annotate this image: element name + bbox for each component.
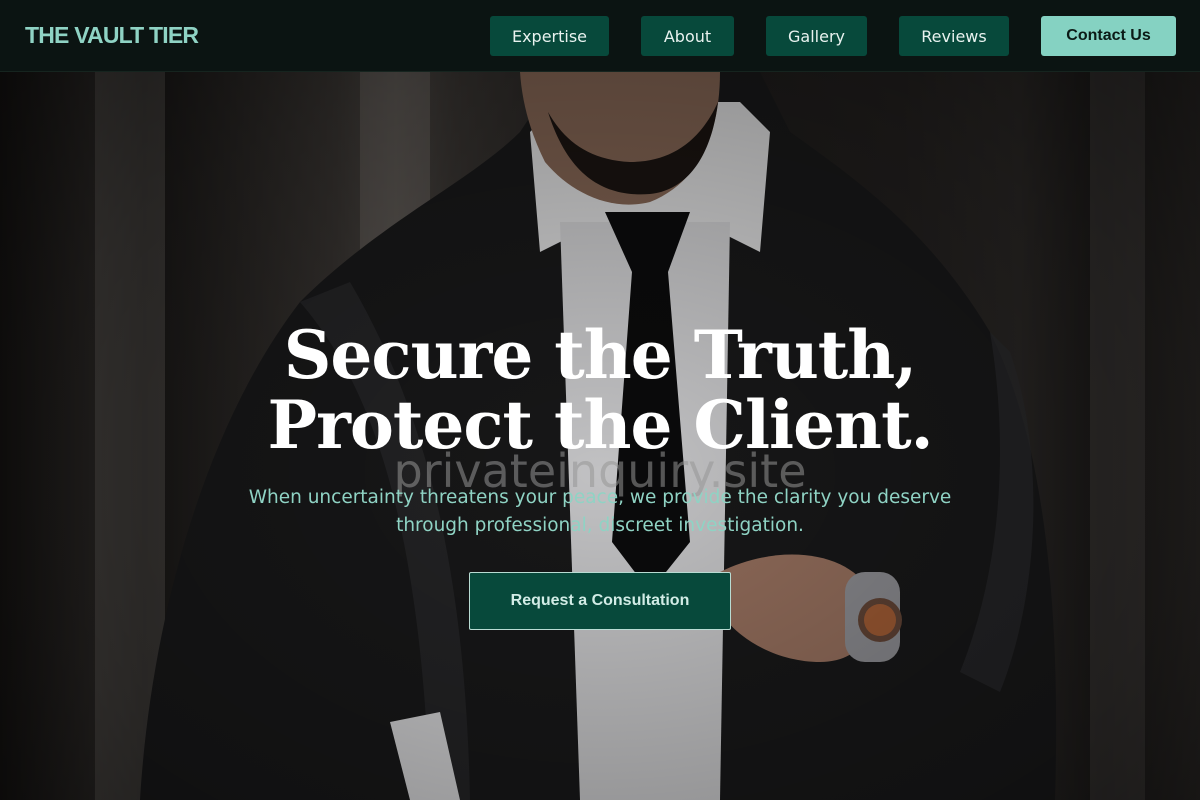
nav-reviews-button[interactable]: Reviews (899, 16, 1009, 56)
hero-subtitle: When uncertainty threatens your peace, w… (248, 487, 952, 536)
request-consultation-button[interactable]: Request a Consultation (469, 572, 731, 630)
site-header: THE VAULT TIER Expertise About Gallery R… (0, 0, 1200, 72)
hero-title: Secure the Truth, Protect the Client. (0, 320, 1200, 460)
nav-about-button[interactable]: About (641, 16, 734, 56)
hero-title-line2: Protect the Client. (267, 386, 933, 464)
nav-expertise-button[interactable]: Expertise (490, 16, 609, 56)
nav-gallery-button[interactable]: Gallery (766, 16, 867, 56)
site-logo[interactable]: THE VAULT TIER (25, 22, 199, 49)
contact-us-button[interactable]: Contact Us (1041, 16, 1176, 56)
hero-section: privateinquiry.site Secure the Truth, Pr… (0, 72, 1200, 800)
hero-title-line1: Secure the Truth, (283, 316, 918, 394)
